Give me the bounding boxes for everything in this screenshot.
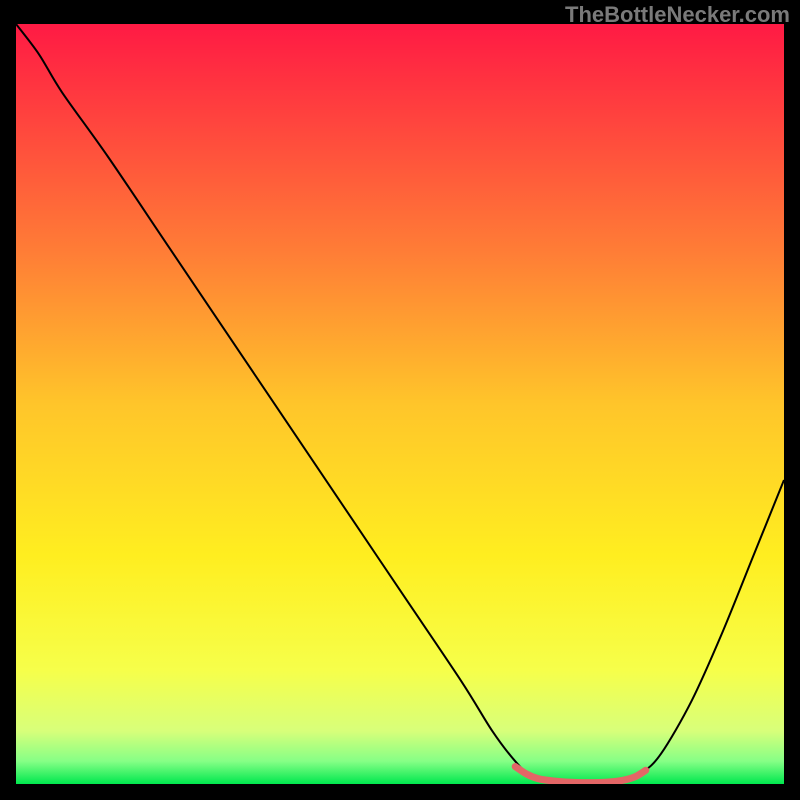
chart-container: TheBottleNecker.com bbox=[0, 0, 800, 800]
chart-svg bbox=[16, 24, 784, 784]
plot-area bbox=[16, 24, 784, 784]
watermark-label: TheBottleNecker.com bbox=[565, 2, 790, 28]
gradient-background bbox=[16, 24, 784, 784]
